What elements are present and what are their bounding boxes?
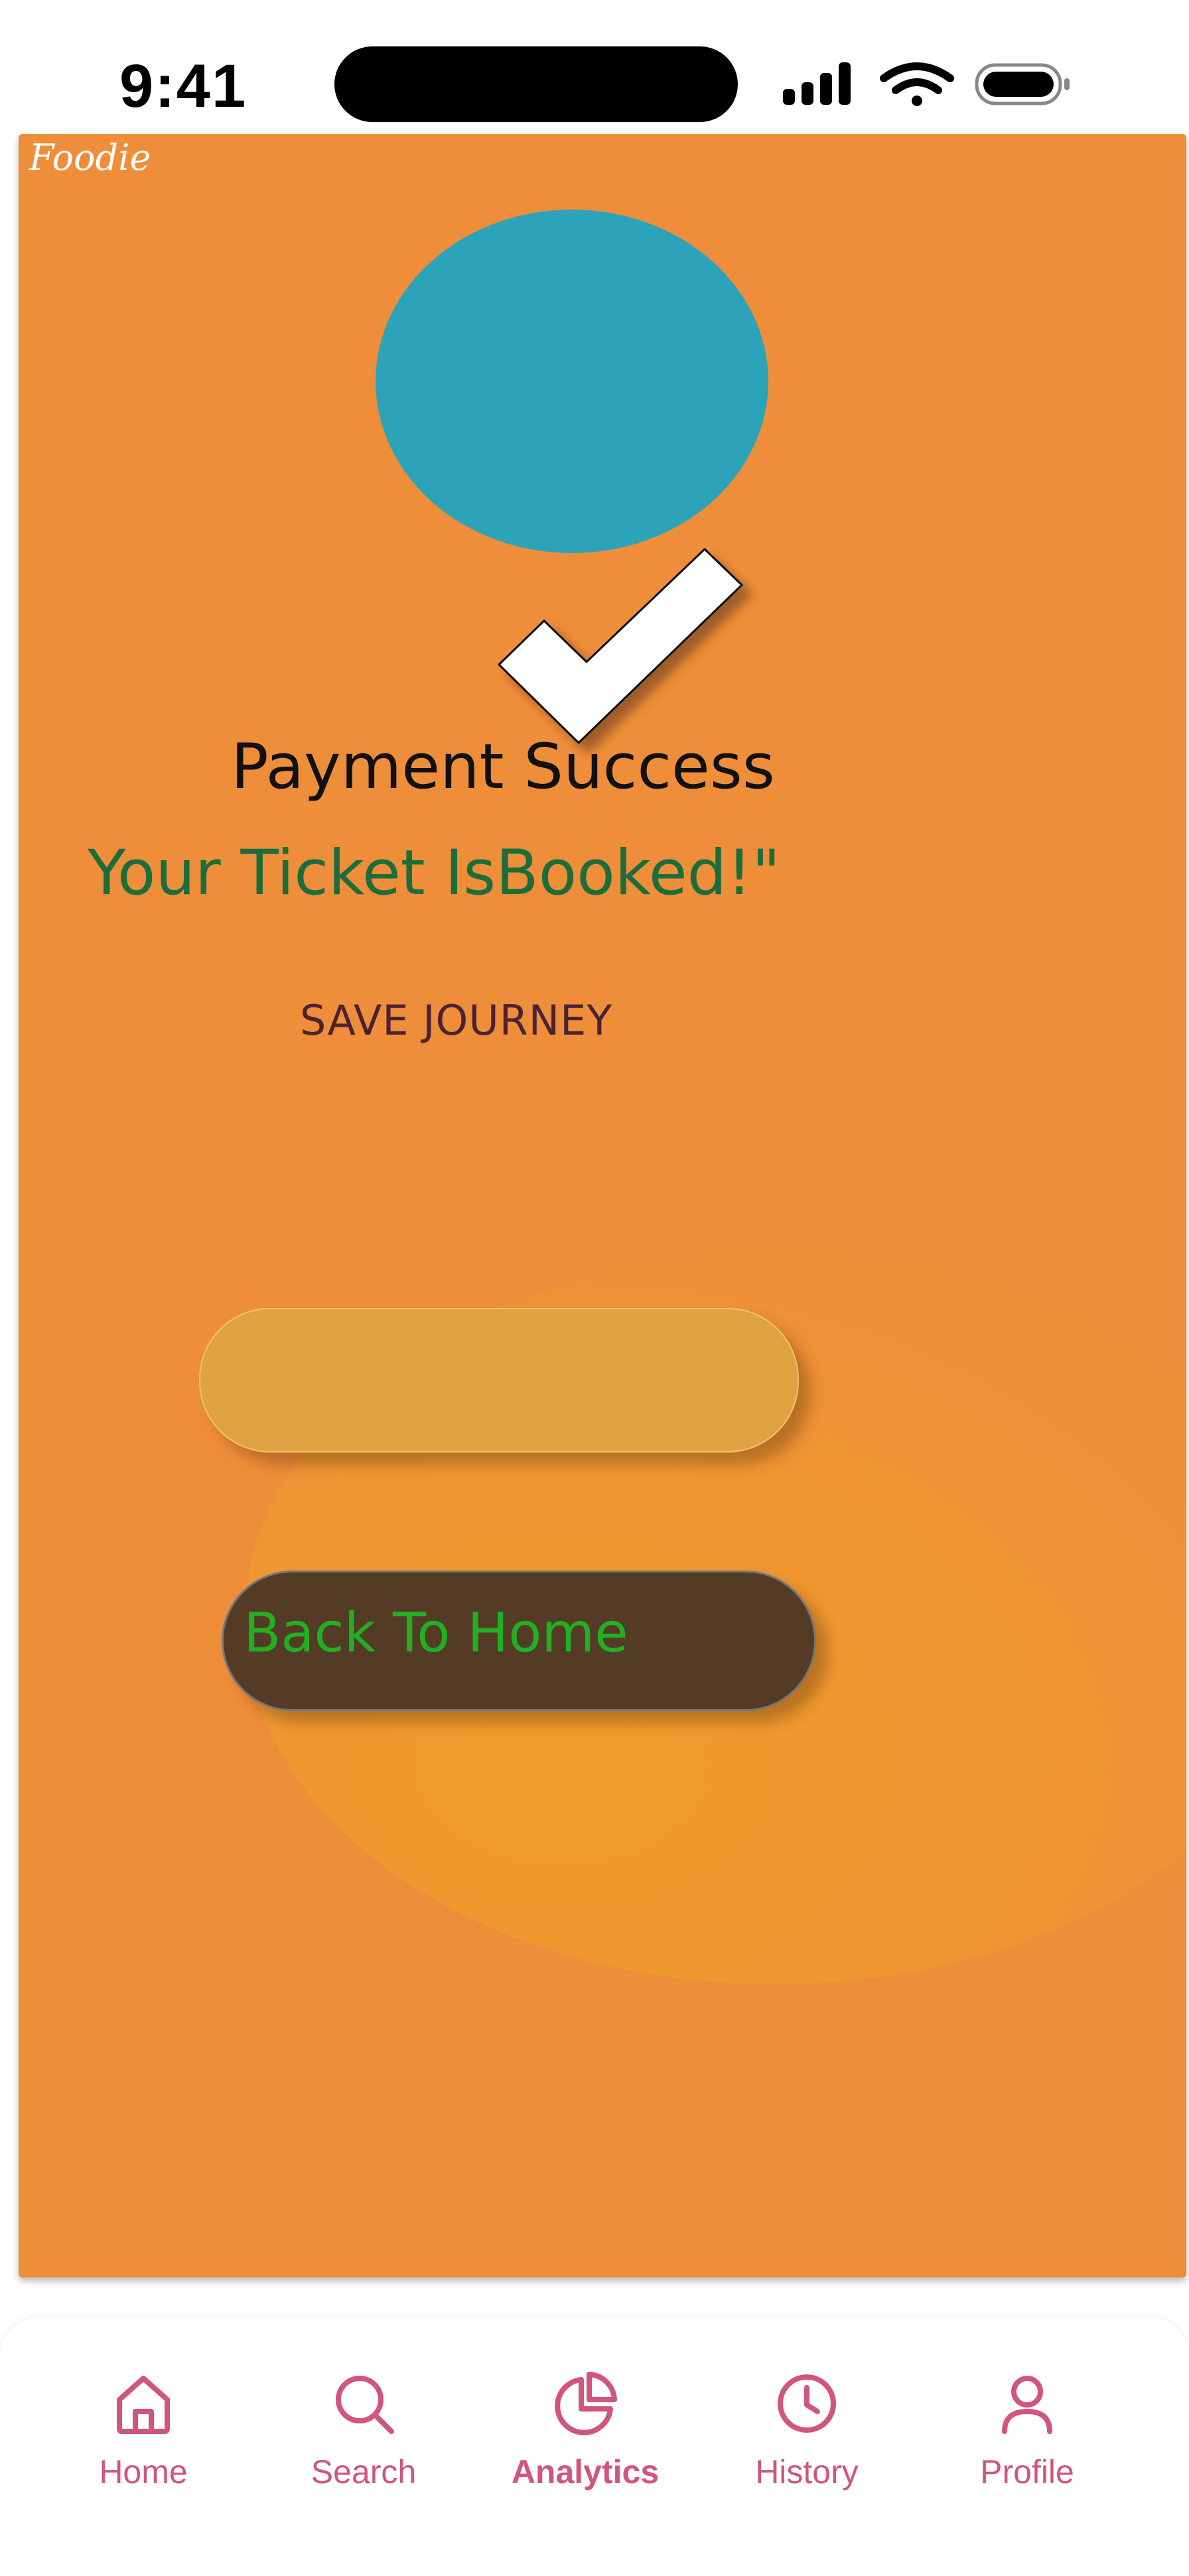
status-icons [783, 62, 1070, 106]
save-journey-link[interactable]: SAVE JOURNEY [300, 996, 612, 1045]
tab-search-label: Search [311, 2453, 417, 2490]
tab-home[interactable]: Home [57, 2370, 230, 2530]
primary-action-button[interactable] [199, 1308, 799, 1452]
battery-icon [975, 63, 1070, 105]
signal-icon [783, 62, 851, 105]
search-icon [336, 2376, 394, 2434]
booking-message: Your Ticket IsBooked!" [88, 837, 781, 909]
tab-history-label: History [755, 2453, 859, 2490]
bottom-tab-bar: Home Search Analytics History Profile [0, 2317, 1189, 2576]
tab-search[interactable]: Search [277, 2370, 450, 2530]
back-to-home-label: Back To Home [244, 1602, 628, 1665]
tab-analytics-label: Analytics [511, 2453, 660, 2490]
status-bar: 9:41 [0, 0, 1189, 133]
wifi-icon [880, 62, 954, 106]
brand-logo: Foodie [29, 137, 151, 178]
tab-history[interactable]: History [721, 2370, 893, 2530]
tab-profile[interactable]: Profile [941, 2370, 1113, 2530]
success-circle [376, 210, 768, 553]
main-panel: Foodie Payment Success Your Ticket IsBoo… [19, 134, 1186, 2278]
dynamic-island [334, 46, 738, 122]
clock-icon [778, 2374, 836, 2433]
tab-analytics[interactable]: Analytics [499, 2370, 671, 2530]
status-time: 9:41 [119, 52, 247, 120]
tab-profile-label: Profile [980, 2453, 1074, 2490]
tab-home-label: Home [99, 2453, 188, 2490]
user-icon [1002, 2376, 1052, 2434]
pie-chart-icon [555, 2372, 617, 2435]
back-to-home-button[interactable]: Back To Home [222, 1571, 816, 1711]
page-title: Payment Success [231, 731, 775, 803]
home-icon [117, 2376, 170, 2434]
